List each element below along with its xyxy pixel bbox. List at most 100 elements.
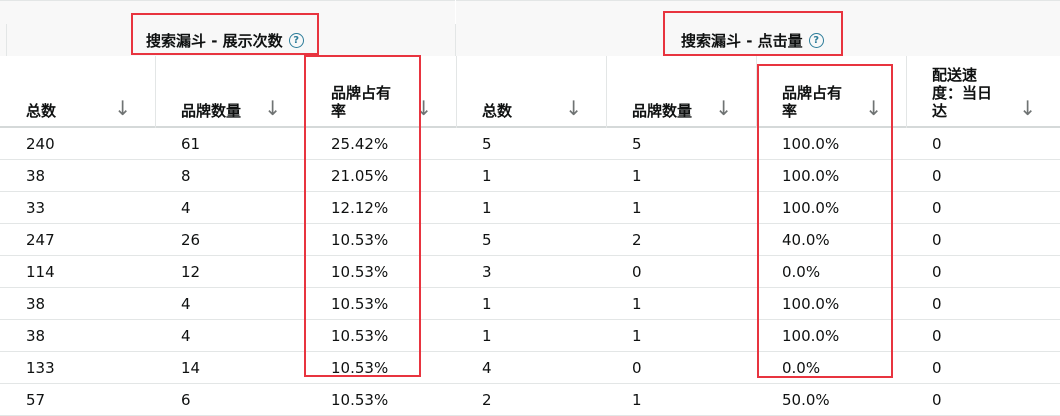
table-cell: 1 xyxy=(632,295,642,313)
divider xyxy=(6,24,7,56)
column-header-col-brand-count[interactable]: 品牌数量 ↓ xyxy=(606,56,756,128)
table-cell: 1 xyxy=(482,167,492,185)
table-cell: 5 xyxy=(482,135,492,153)
table-cell: 10.53% xyxy=(331,391,389,409)
sort-arrow-icon[interactable]: ↓ xyxy=(415,98,432,118)
column-header-col-total[interactable]: 总数 ↓ xyxy=(456,56,606,128)
table-cell: 5 xyxy=(632,135,642,153)
table-cell: 38 xyxy=(26,167,46,185)
table-cell: 4 xyxy=(181,199,191,217)
table-cell: 1 xyxy=(632,327,642,345)
table-row: 240 61 25.42% 5 5 100.0% 0 xyxy=(0,128,1060,160)
table-cell: 0 xyxy=(932,231,942,249)
table-cell: 10.53% xyxy=(331,263,389,281)
table-row: 247 26 10.53% 5 2 40.0% 0 xyxy=(0,224,1060,256)
table-cell: 240 xyxy=(26,135,55,153)
table-cell: 0 xyxy=(932,391,942,409)
table-cell: 100.0% xyxy=(782,135,840,153)
column-header-col-total[interactable]: 总数 ↓ xyxy=(0,56,155,128)
table-cell: 4 xyxy=(181,295,191,313)
divider xyxy=(455,24,456,56)
sort-arrow-icon[interactable]: ↓ xyxy=(1019,98,1036,118)
divider xyxy=(606,56,607,128)
table-cell: 0 xyxy=(932,135,942,153)
table-cell: 14 xyxy=(181,359,201,377)
table-cell: 38 xyxy=(26,295,46,313)
table-row: 133 14 10.53% 4 0 0.0% 0 xyxy=(0,352,1060,384)
group-title: 搜索漏斗 - 点击量 xyxy=(681,32,803,50)
table-cell: 0 xyxy=(932,327,942,345)
table-cell: 38 xyxy=(26,327,46,345)
sort-arrow-icon[interactable]: ↓ xyxy=(114,98,131,118)
table-row: 38 8 21.05% 1 1 100.0% 0 xyxy=(0,160,1060,192)
table-cell: 0.0% xyxy=(782,359,821,377)
column-header-label: 总数 xyxy=(482,102,513,120)
help-icon[interactable]: ? xyxy=(808,33,824,48)
table-cell: 25.42% xyxy=(331,135,389,153)
column-header-label: 总数 xyxy=(26,102,57,120)
column-header-label: 品牌占有 率 xyxy=(331,84,392,120)
table-cell: 0 xyxy=(932,199,942,217)
table-row: 57 6 10.53% 2 1 50.0% 0 xyxy=(0,384,1060,416)
column-header-col-brand-share[interactable]: 品牌占有 率 ↓ xyxy=(305,56,456,128)
group-title: 搜索漏斗 - 展示次数 xyxy=(146,32,283,50)
sort-arrow-icon[interactable]: ↓ xyxy=(565,98,582,118)
table-cell: 26 xyxy=(181,231,201,249)
table-cell: 12.12% xyxy=(331,199,389,217)
table-cell: 1 xyxy=(482,327,492,345)
table-cell: 0 xyxy=(932,295,942,313)
column-header-col-brand-count[interactable]: 品牌数量 ↓ xyxy=(155,56,305,128)
column-header-label: 品牌数量 xyxy=(181,102,242,120)
table-cell: 10.53% xyxy=(331,231,389,249)
divider xyxy=(756,56,757,128)
table-cell: 12 xyxy=(181,263,201,281)
sort-arrow-icon[interactable]: ↓ xyxy=(865,98,882,118)
table-cell: 0 xyxy=(932,263,942,281)
table-cell: 5 xyxy=(482,231,492,249)
divider xyxy=(906,56,907,128)
help-icon[interactable]: ? xyxy=(288,33,304,48)
sort-arrow-icon[interactable]: ↓ xyxy=(264,98,281,118)
table-cell: 2 xyxy=(482,391,492,409)
table-cell: 100.0% xyxy=(782,167,840,185)
table-cell: 1 xyxy=(482,295,492,313)
group-header-clicks: 搜索漏斗 - 点击量 ? xyxy=(681,30,824,51)
table-cell: 1 xyxy=(482,199,492,217)
table-cell: 100.0% xyxy=(782,295,840,313)
table-cell: 114 xyxy=(26,263,55,281)
column-header-col-brand-share[interactable]: 品牌占有 率 ↓ xyxy=(756,56,906,128)
table-row: 38 4 10.53% 1 1 100.0% 0 xyxy=(0,288,1060,320)
table-cell: 1 xyxy=(632,167,642,185)
divider xyxy=(456,56,457,128)
group-header-impressions: 搜索漏斗 - 展示次数 ? xyxy=(146,30,304,51)
table-cell: 61 xyxy=(181,135,201,153)
table-cell: 1 xyxy=(632,199,642,217)
table-cell: 50.0% xyxy=(782,391,830,409)
column-header-label: 品牌数量 xyxy=(632,102,693,120)
table-cell: 0 xyxy=(932,359,942,377)
divider xyxy=(305,56,306,128)
table-cell: 4 xyxy=(181,327,191,345)
table-cell: 40.0% xyxy=(782,231,830,249)
divider xyxy=(155,56,156,128)
table-cell: 6 xyxy=(181,391,191,409)
table-cell: 10.53% xyxy=(331,295,389,313)
table-cell: 1 xyxy=(632,391,642,409)
table-cell: 0 xyxy=(632,359,642,377)
table-row: 38 4 10.53% 1 1 100.0% 0 xyxy=(0,320,1060,352)
table-row: 114 12 10.53% 3 0 0.0% 0 xyxy=(0,256,1060,288)
table-cell: 100.0% xyxy=(782,199,840,217)
table-cell: 100.0% xyxy=(782,327,840,345)
table-cell: 4 xyxy=(482,359,492,377)
sort-arrow-icon[interactable]: ↓ xyxy=(715,98,732,118)
column-header-col-delivery-same-day[interactable]: 配送速 度：当日 达 ↓ xyxy=(906,56,1060,128)
table-cell: 2 xyxy=(632,231,642,249)
table-cell: 10.53% xyxy=(331,359,389,377)
table-cell: 10.53% xyxy=(331,327,389,345)
table-cell: 21.05% xyxy=(331,167,389,185)
column-header-label: 品牌占有 率 xyxy=(782,84,843,120)
table-cell: 33 xyxy=(26,199,46,217)
table-cell: 0 xyxy=(632,263,642,281)
table-cell: 247 xyxy=(26,231,55,249)
table-row: 33 4 12.12% 1 1 100.0% 0 xyxy=(0,192,1060,224)
